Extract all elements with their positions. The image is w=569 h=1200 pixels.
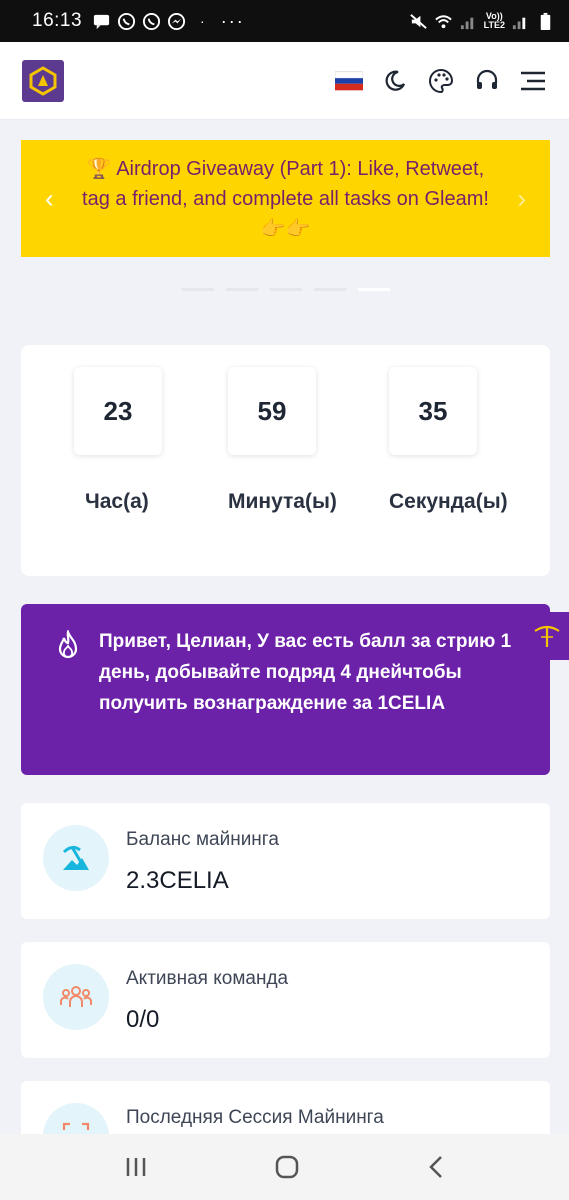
palette-icon[interactable] bbox=[427, 67, 455, 95]
banner-text: 🏆 Airdrop Giveaway (Part 1): Like, Retwe… bbox=[82, 157, 489, 240]
logo-icon bbox=[29, 65, 57, 96]
banner-next-button[interactable]: › bbox=[517, 183, 526, 214]
system-nav-bar bbox=[0, 1134, 569, 1200]
team-icon-circle bbox=[43, 964, 109, 1030]
messenger-icon bbox=[167, 12, 186, 30]
separator-dot: · bbox=[200, 13, 205, 29]
viber-icon bbox=[117, 12, 136, 30]
carousel-dot[interactable] bbox=[314, 288, 346, 291]
wifi-icon bbox=[434, 14, 452, 28]
active-team-label: Активная команда bbox=[126, 968, 289, 989]
hours-label: Час(а) bbox=[85, 490, 149, 513]
mining-icon bbox=[62, 845, 89, 870]
team-icon bbox=[60, 986, 92, 1007]
mining-balance-value: 2.3CELIA bbox=[126, 867, 229, 894]
more-notifications-icon: ··· bbox=[220, 10, 245, 31]
carousel-dot[interactable] bbox=[182, 288, 214, 291]
side-mining-tab[interactable] bbox=[524, 612, 569, 660]
hours-box: 23 bbox=[74, 367, 162, 455]
viber-icon bbox=[142, 12, 161, 30]
recent-apps-icon[interactable] bbox=[123, 1156, 149, 1178]
mining-balance-card: Баланс майнинга 2.3CELIA bbox=[21, 803, 550, 919]
home-icon[interactable] bbox=[274, 1154, 300, 1180]
menu-icon[interactable] bbox=[519, 67, 547, 95]
carousel-dot[interactable] bbox=[226, 288, 258, 291]
message-icon bbox=[93, 14, 110, 29]
banner-prev-button[interactable]: ‹ bbox=[45, 183, 54, 214]
minutes-box: 59 bbox=[228, 367, 316, 455]
lte-indicator: Vo)) LTE2 bbox=[484, 12, 505, 30]
pickaxe-icon bbox=[533, 625, 560, 647]
russian-flag-icon[interactable] bbox=[335, 67, 363, 95]
headset-icon[interactable] bbox=[473, 67, 501, 95]
carousel-indicators bbox=[182, 288, 390, 291]
streak-message: Привет, Целиан, У вас есть балл за стрию… bbox=[21, 604, 550, 775]
mining-countdown: 23 59 35 Час(а) Минута(ы) Секунда(ы) bbox=[21, 345, 550, 576]
system-status: Vo)) LTE2 bbox=[409, 12, 555, 31]
signal-icon bbox=[460, 17, 473, 29]
status-bar: 16:13 · ··· Vo)) LTE2 bbox=[0, 0, 569, 42]
notification-icons bbox=[92, 12, 186, 31]
active-team-value: 0/0 bbox=[126, 1006, 160, 1033]
last-session-label: Последняя Сессия Майнинга bbox=[126, 1107, 384, 1128]
carousel-dot-active[interactable] bbox=[358, 288, 390, 291]
announcement-banner[interactable]: ‹ 🏆 Airdrop Giveaway (Part 1): Like, Ret… bbox=[21, 140, 550, 257]
header-actions bbox=[335, 67, 547, 95]
carousel-dot[interactable] bbox=[270, 288, 302, 291]
streak-text: Привет, Целиан, У вас есть балл за стрию… bbox=[99, 631, 512, 714]
active-team-card: Активная команда 0/0 bbox=[21, 942, 550, 1058]
seconds-label: Секунда(ы) bbox=[389, 490, 508, 513]
app-header bbox=[0, 42, 569, 120]
signal-icon bbox=[512, 17, 526, 29]
app-logo[interactable] bbox=[22, 59, 64, 102]
minutes-label: Минута(ы) bbox=[228, 490, 337, 513]
mining-icon-circle bbox=[43, 825, 109, 891]
mining-balance-label: Баланс майнинга bbox=[126, 829, 279, 850]
status-time: 16:13 bbox=[32, 10, 83, 31]
carrier-bottom: LTE2 bbox=[483, 20, 505, 30]
seconds-box: 35 bbox=[389, 367, 477, 455]
flame-icon bbox=[58, 630, 78, 659]
moon-icon[interactable] bbox=[381, 67, 409, 95]
back-icon[interactable] bbox=[425, 1154, 447, 1180]
battery-icon bbox=[540, 12, 551, 30]
mute-icon bbox=[409, 13, 427, 29]
